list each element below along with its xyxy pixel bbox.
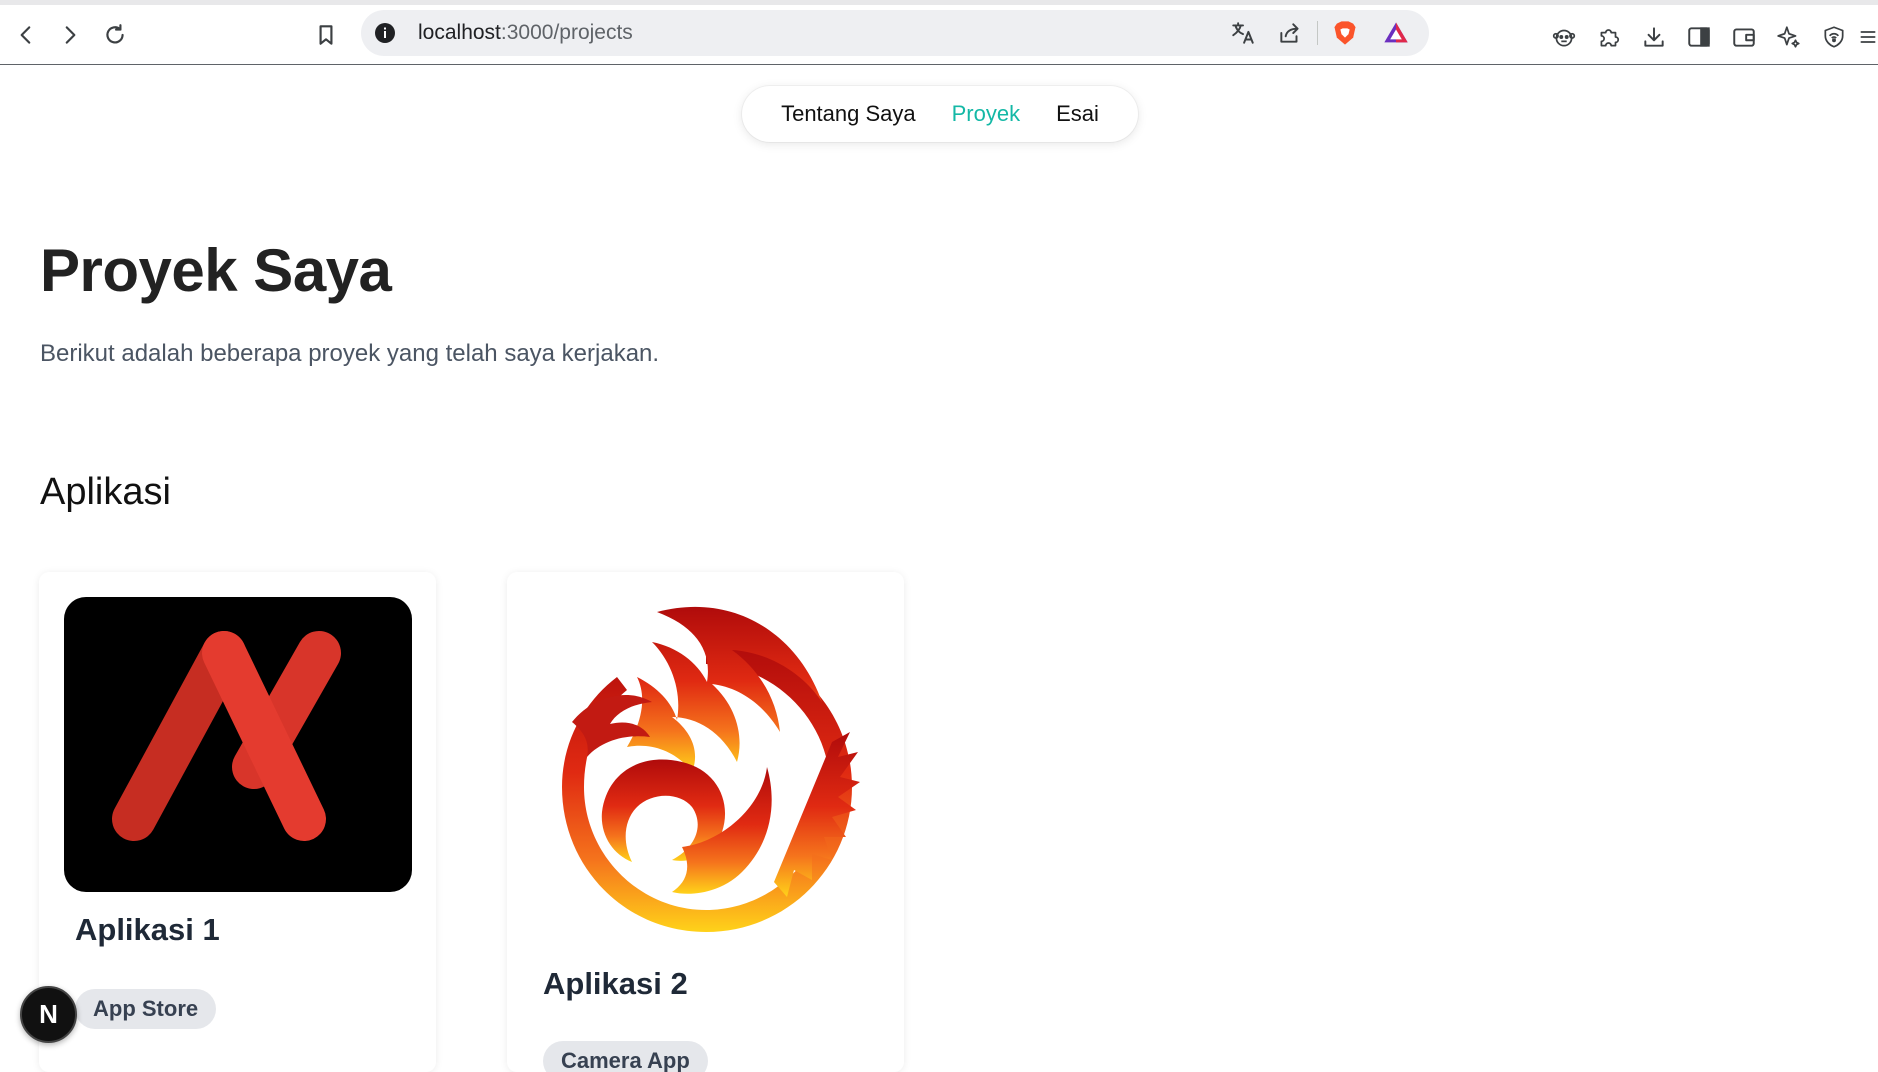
page-viewport: Tentang Saya Proyek Esai Proyek Saya Ber… <box>0 66 1878 1072</box>
page-title: Proyek Saya <box>40 237 392 304</box>
section-title-aplikasi: Aplikasi <box>40 471 171 513</box>
nav-link-proyek[interactable]: Proyek <box>952 101 1020 127</box>
project-tag: App Store <box>75 989 217 1029</box>
monkey-extension-icon[interactable] <box>1549 22 1579 52</box>
project-card[interactable]: Aplikasi 2 Camera App <box>507 572 904 1072</box>
wallet-icon[interactable] <box>1729 22 1759 52</box>
nav-link-tentang-saya[interactable]: Tentang Saya <box>781 101 916 127</box>
back-arrow-icon[interactable] <box>6 15 46 55</box>
url-host: localhost <box>418 21 501 44</box>
forward-arrow-icon[interactable] <box>50 15 90 55</box>
top-navigation: Tentang Saya Proyek Esai <box>742 86 1138 142</box>
url-path: :3000/projects <box>500 21 633 44</box>
vpn-shield-icon[interactable] <box>1819 22 1849 52</box>
bookmark-icon[interactable] <box>306 15 346 55</box>
red-lambda-logo <box>64 597 412 892</box>
share-icon[interactable] <box>1276 19 1304 47</box>
reload-icon[interactable] <box>95 15 135 55</box>
project-card[interactable]: Aplikasi 1 App Store <box>39 572 436 1072</box>
info-icon[interactable] <box>373 21 397 45</box>
project-title: Aplikasi 1 <box>75 912 220 947</box>
menu-icon[interactable] <box>1858 22 1878 52</box>
project-title: Aplikasi 2 <box>543 966 688 1001</box>
omnibox-divider <box>1317 21 1318 45</box>
rewards-triangle-icon[interactable] <box>1382 19 1410 47</box>
browser-toolbar: localhost:3000/projects <box>0 5 1878 65</box>
translate-icon[interactable] <box>1229 19 1257 47</box>
leo-ai-icon[interactable] <box>1774 22 1804 52</box>
address-bar[interactable]: localhost:3000/projects <box>361 10 1429 56</box>
nav-link-esai[interactable]: Esai <box>1056 101 1099 127</box>
project-tag: Camera App <box>543 1041 708 1072</box>
sidebar-icon[interactable] <box>1684 22 1714 52</box>
url-text[interactable]: localhost:3000/projects <box>418 21 633 45</box>
page-subtitle: Berikut adalah beberapa proyek yang tela… <box>40 340 660 367</box>
download-icon[interactable] <box>1639 22 1669 52</box>
puzzle-icon[interactable] <box>1594 22 1624 52</box>
brave-lion-icon[interactable] <box>1331 19 1359 47</box>
phoenix-fire-logo <box>532 592 880 937</box>
dev-badge-label: N <box>39 999 58 1029</box>
nextjs-icon[interactable]: N <box>20 986 77 1043</box>
